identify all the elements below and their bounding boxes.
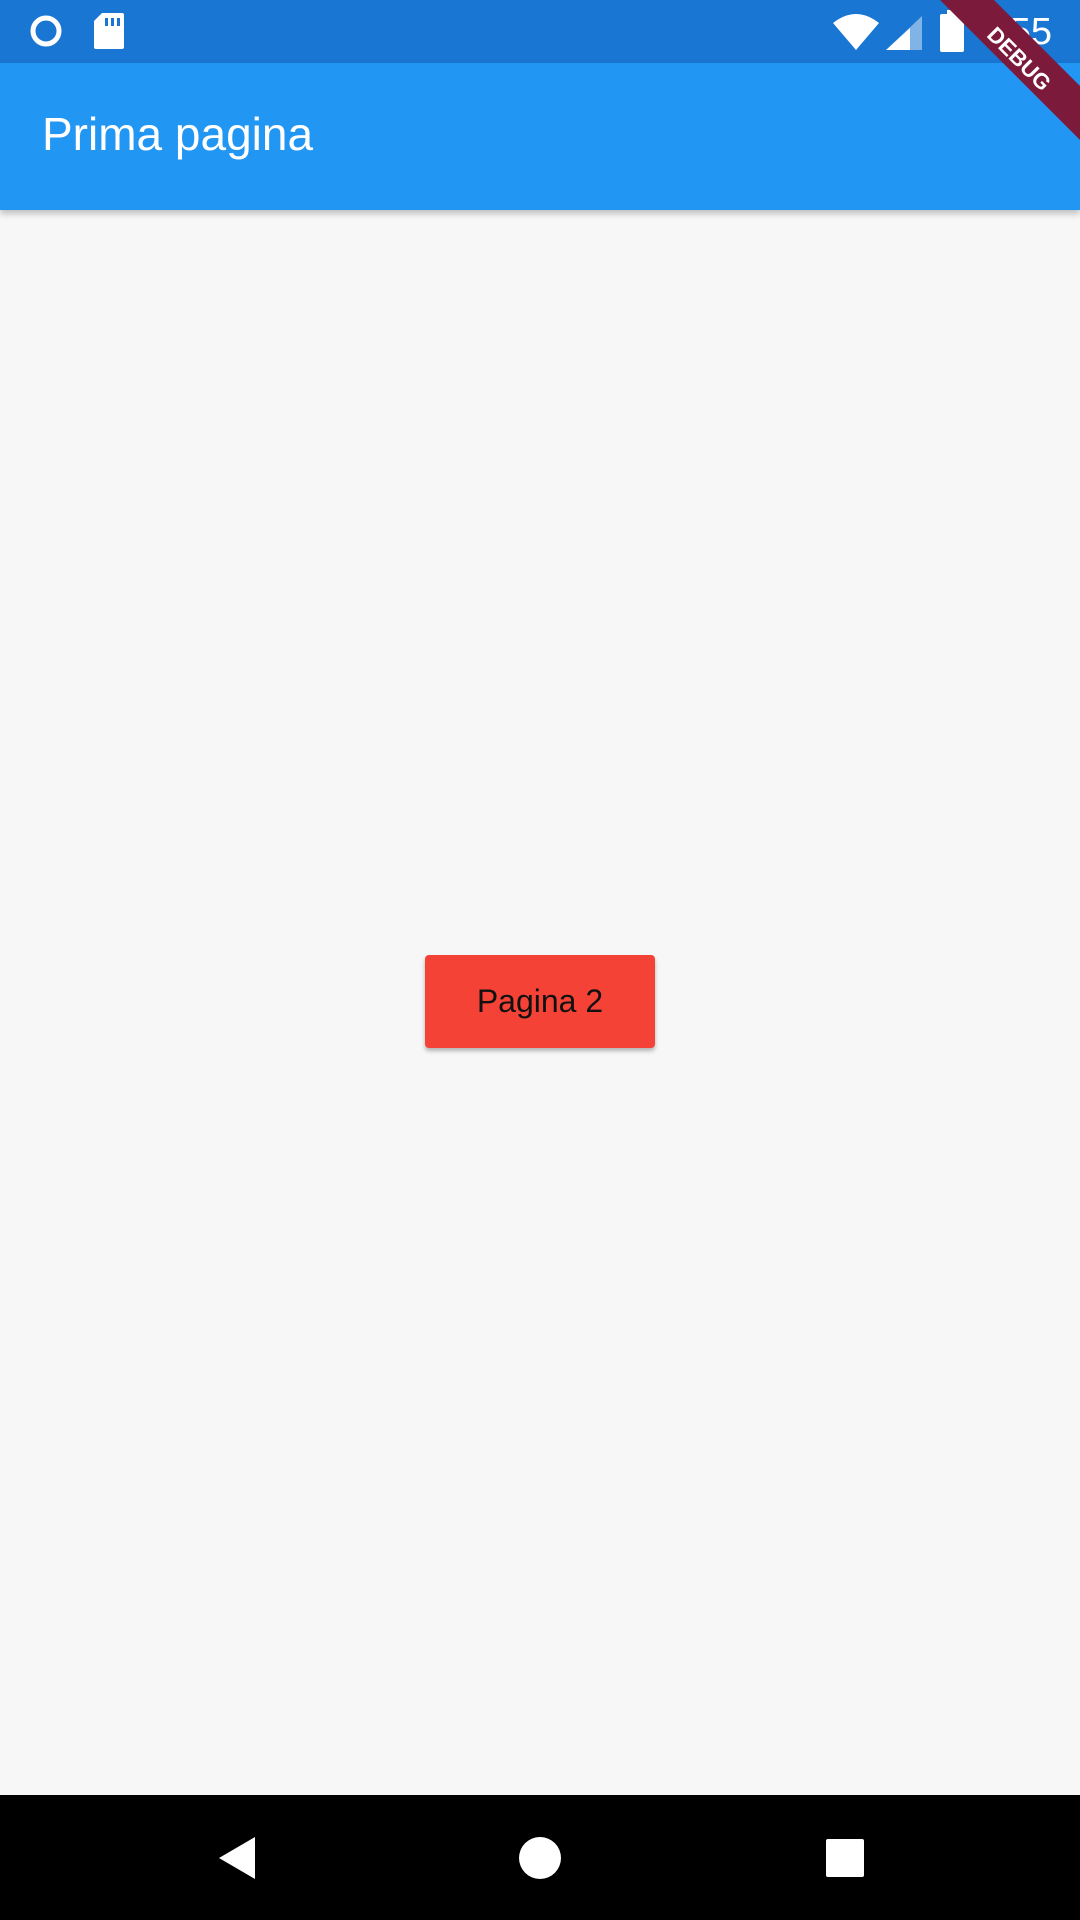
back-icon [219, 1837, 255, 1879]
back-button[interactable] [192, 1813, 282, 1903]
app-bar: Prima pagina [0, 63, 1080, 210]
pagina-2-button[interactable]: Pagina 2 [425, 955, 655, 1048]
sd-card-icon [94, 13, 124, 49]
navigation-bar [0, 1795, 1080, 1920]
wifi-icon [833, 14, 879, 50]
sync-icon [30, 15, 62, 47]
status-time: 4:55 [978, 11, 1052, 53]
cell-signal-icon [886, 16, 922, 50]
home-button[interactable] [495, 1813, 585, 1903]
battery-icon [940, 10, 964, 52]
recents-button[interactable] [800, 1813, 890, 1903]
recents-icon [826, 1839, 864, 1877]
home-icon [519, 1837, 561, 1879]
page-body: Pagina 2 [0, 210, 1080, 1795]
page-title: Prima pagina [42, 108, 314, 160]
status-bar: 4:55 [0, 0, 1080, 63]
